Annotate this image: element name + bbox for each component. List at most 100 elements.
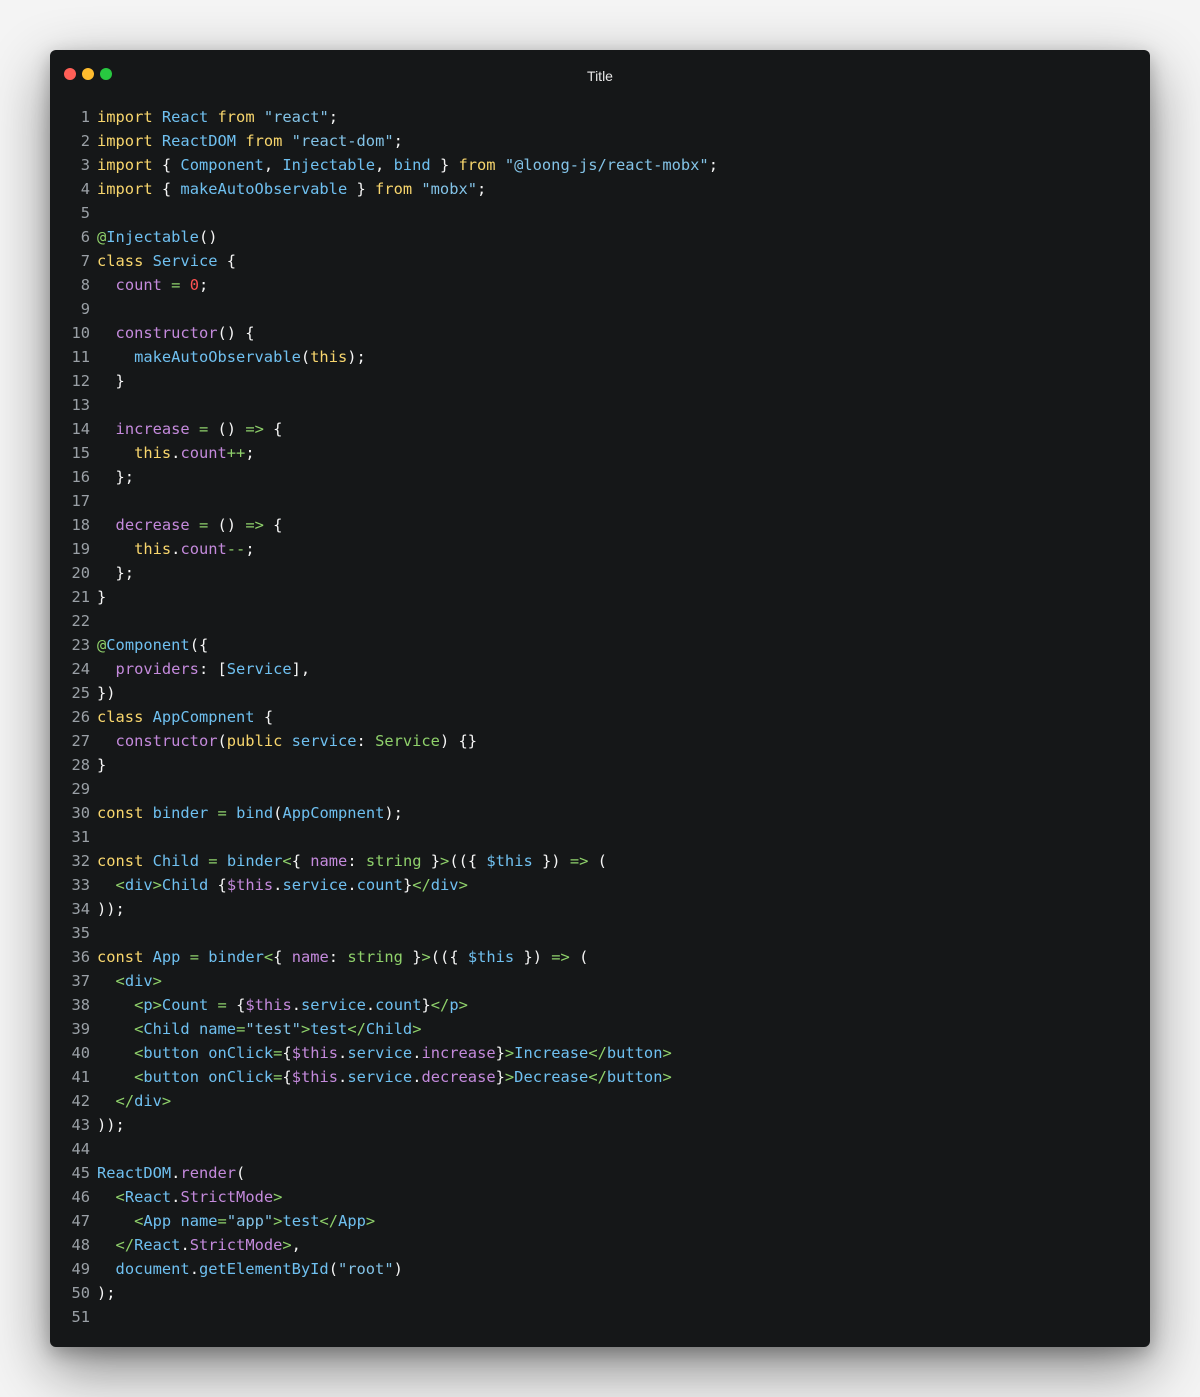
code-text: <div> <box>97 969 162 993</box>
code-token: } <box>97 588 107 606</box>
code-token: const <box>97 852 144 870</box>
code-token: providers <box>115 660 199 678</box>
line-number: 16 <box>71 468 90 486</box>
code-token: button <box>143 1044 199 1062</box>
code-token: test <box>310 1020 348 1038</box>
code-token: const <box>97 804 144 822</box>
code-token: => <box>245 516 264 534</box>
code-token: { <box>208 876 227 894</box>
code-token: $this <box>467 948 515 966</box>
code-token: () <box>208 516 246 534</box>
line-number: 12 <box>71 372 90 390</box>
code-token: > <box>282 1236 292 1254</box>
code-text: makeAutoObservable(this); <box>97 345 366 369</box>
code-token: button <box>143 1068 199 1086</box>
code-token: > <box>273 1188 283 1206</box>
line-number: 7 <box>80 252 90 270</box>
code-text: )); <box>97 1113 125 1137</box>
line-number: 27 <box>71 732 90 750</box>
code-token: const <box>97 948 144 966</box>
line-number: 17 <box>71 492 90 510</box>
code-token: } <box>97 756 107 774</box>
code-editor[interactable]: 1 import React from "react"; 2 import React… <box>50 105 1150 1329</box>
code-token: constructor <box>115 324 218 342</box>
code-line: 39 <Child name="test">test</Child> <box>50 1017 1150 1041</box>
code-line: 48 </React.StrictMode>, <box>50 1233 1150 1257</box>
code-token: ); <box>347 348 366 366</box>
code-text: ); <box>97 1281 116 1305</box>
line-number: 25 <box>71 684 90 702</box>
window-title: Title <box>587 68 613 84</box>
code-token: </ <box>115 1236 135 1254</box>
code-token: service <box>347 1044 413 1062</box>
code-line: 33 <div>Child {$this.service.count}</div… <box>50 873 1150 897</box>
code-token: () <box>198 228 218 246</box>
code-token: }; <box>97 564 135 582</box>
code-token: Component <box>106 636 190 654</box>
code-token: } <box>347 180 376 198</box>
code-token: : <box>356 732 376 750</box>
code-token: ], <box>291 660 311 678</box>
code-token: > <box>421 948 431 966</box>
code-token: . <box>180 1236 190 1254</box>
code-token: AppCompnent <box>152 708 255 726</box>
code-token: name <box>198 1020 237 1038</box>
code-token: import <box>97 180 153 198</box>
code-token: StrictMode <box>189 1236 283 1254</box>
code-token: > <box>152 876 162 894</box>
code-line: 26 class AppCompnent { <box>50 705 1150 729</box>
line-number: 29 <box>71 780 90 798</box>
code-token: Increase <box>514 1044 589 1062</box>
code-token: this <box>134 540 172 558</box>
code-text: } <box>97 753 106 777</box>
line-number: 11 <box>71 348 90 366</box>
code-token: = <box>198 420 209 438</box>
code-token: p <box>143 996 153 1014</box>
code-token: ( <box>217 732 227 750</box>
code-token: div <box>124 876 153 894</box>
line-number: 42 <box>71 1092 90 1110</box>
code-text: class AppCompnent { <box>97 705 273 729</box>
code-token: div <box>134 1092 162 1110</box>
code-token: > <box>662 1068 672 1086</box>
code-window: Title 1 import React from "react"; 2 import… <box>50 50 1150 1347</box>
code-token: service <box>301 996 366 1014</box>
code-text: <p>Count = {$this.service.count}</p> <box>97 993 468 1017</box>
code-text: providers: [Service], <box>97 657 311 681</box>
code-line: 20 }; <box>50 561 1150 585</box>
line-number: 43 <box>71 1116 90 1134</box>
code-token: )); <box>97 1116 125 1134</box>
code-token: Child <box>161 876 209 894</box>
code-text: }) <box>97 681 116 705</box>
code-token: count <box>356 876 403 894</box>
line-number: 21 <box>71 588 90 606</box>
code-token: } <box>97 372 125 390</box>
line-number: 35 <box>71 924 90 942</box>
code-token: , <box>263 156 283 174</box>
code-token: -- <box>226 540 246 558</box>
code-line: 9 <box>50 297 1150 321</box>
line-number: 45 <box>71 1164 90 1182</box>
code-token: { <box>217 252 237 270</box>
code-line: 31 <box>50 825 1150 849</box>
code-text: }; <box>97 465 135 489</box>
code-token: from <box>458 156 496 174</box>
line-number: 23 <box>71 636 90 654</box>
code-token: < <box>115 972 125 990</box>
code-token: . <box>291 996 301 1014</box>
code-text: <div>Child {$this.service.count}</div> <box>97 873 468 897</box>
code-token: AppCompnent <box>282 804 385 822</box>
code-text: class Service { <box>97 249 236 273</box>
code-token: => <box>551 948 570 966</box>
